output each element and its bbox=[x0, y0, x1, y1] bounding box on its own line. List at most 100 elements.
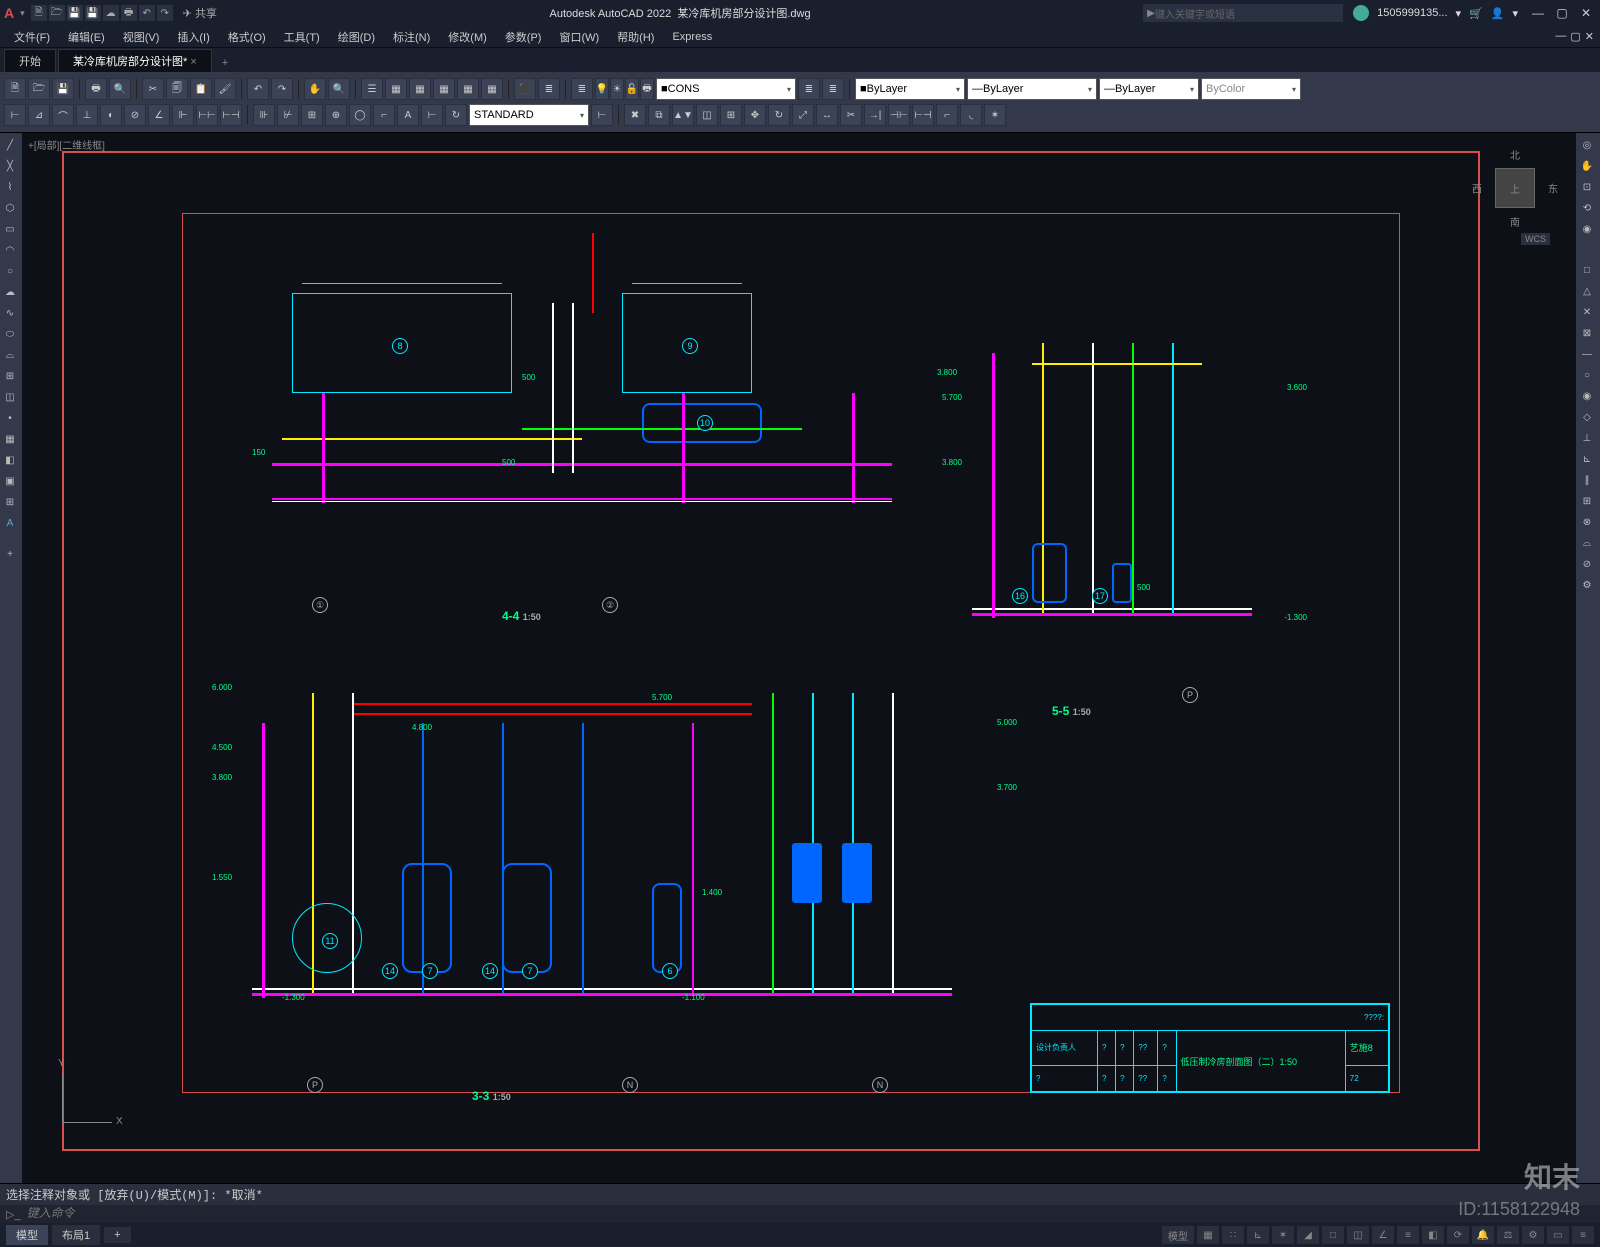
spline-icon[interactable]: ∿ bbox=[0, 303, 20, 323]
osnap-mid-icon[interactable]: △ bbox=[1576, 281, 1598, 301]
array-icon[interactable]: ⊞ bbox=[720, 104, 742, 126]
undo-icon[interactable]: ↶ bbox=[247, 78, 269, 100]
dim-ang-icon[interactable]: ∠ bbox=[148, 104, 170, 126]
osnap-cen-icon[interactable]: ○ bbox=[1576, 365, 1598, 385]
qat-cloud-icon[interactable]: ☁ bbox=[103, 5, 119, 21]
fillet-icon[interactable]: ◟ bbox=[960, 104, 982, 126]
status-clean-icon[interactable]: ▭ bbox=[1547, 1226, 1569, 1244]
menu-draw[interactable]: 绘图(D) bbox=[330, 29, 383, 45]
command-input[interactable] bbox=[27, 1207, 1594, 1221]
jog-icon[interactable]: ⌐ bbox=[373, 104, 395, 126]
mirror-icon[interactable]: ▲▼ bbox=[672, 104, 694, 126]
gradient-icon[interactable]: ◧ bbox=[0, 450, 20, 470]
pline-icon[interactable]: ⌇ bbox=[0, 177, 20, 197]
point-icon[interactable]: • bbox=[0, 408, 20, 428]
chamfer-icon[interactable]: ⌐ bbox=[936, 104, 958, 126]
status-tab-layout1[interactable]: 布局1 bbox=[52, 1225, 100, 1245]
scale-icon[interactable]: ⤢ bbox=[792, 104, 814, 126]
qat-print-icon[interactable]: 🖶 bbox=[121, 5, 137, 21]
color-dropdown[interactable]: ■ ByLayer▾ bbox=[855, 78, 965, 100]
menu-insert[interactable]: 插入(I) bbox=[169, 29, 217, 45]
rotate-icon[interactable]: ↻ bbox=[768, 104, 790, 126]
osnap-par-icon[interactable]: ∥ bbox=[1576, 470, 1598, 490]
xline-icon[interactable]: ╳ bbox=[0, 156, 20, 176]
app-menu-arrow[interactable]: ▾ bbox=[20, 8, 25, 19]
break-icon[interactable]: ⊣⊢ bbox=[888, 104, 910, 126]
navwheel-icon[interactable]: ◎ bbox=[1576, 135, 1598, 155]
osnap-node-icon[interactable]: ⊗ bbox=[1576, 512, 1598, 532]
osnap-int-icon[interactable]: ✕ bbox=[1576, 302, 1598, 322]
osnap-perp-icon[interactable]: ⊾ bbox=[1576, 449, 1598, 469]
qat-new-icon[interactable]: 🗎 bbox=[31, 5, 47, 21]
close-button[interactable]: ✕ bbox=[1576, 6, 1596, 20]
dim-dia-icon[interactable]: ⊘ bbox=[124, 104, 146, 126]
region-icon[interactable]: ▣ bbox=[0, 471, 20, 491]
status-ortho-icon[interactable]: ⊾ bbox=[1247, 1226, 1269, 1244]
hatch-icon[interactable]: ▦ bbox=[0, 429, 20, 449]
layer-dropdown[interactable]: ■ CONS▾ bbox=[656, 78, 796, 100]
dim-cont-icon[interactable]: ⊢⊣ bbox=[220, 104, 242, 126]
menu-window[interactable]: 窗口(W) bbox=[551, 29, 607, 45]
tab-close-icon[interactable]: × bbox=[190, 56, 196, 68]
dim-linear-icon[interactable]: ⊢ bbox=[4, 104, 26, 126]
dim-space-icon[interactable]: ⊪ bbox=[253, 104, 275, 126]
block-icon[interactable]: ⬛ bbox=[514, 78, 536, 100]
nav-orbit-icon[interactable]: ⟲ bbox=[1576, 198, 1598, 218]
help-icon[interactable]: ▾ bbox=[1512, 7, 1518, 20]
explode-icon[interactable]: ✶ bbox=[984, 104, 1006, 126]
stretch-icon[interactable]: ↔ bbox=[816, 104, 838, 126]
layerprev-icon[interactable]: ≣ bbox=[822, 78, 844, 100]
osnap-near-icon[interactable]: ⌓ bbox=[1576, 533, 1598, 553]
move-icon[interactable]: ✥ bbox=[744, 104, 766, 126]
doc-minimize-button[interactable]: — bbox=[1555, 30, 1566, 43]
print-icon[interactable]: 🖶 bbox=[85, 78, 107, 100]
qat-undo-icon[interactable]: ↶ bbox=[139, 5, 155, 21]
polygon-icon[interactable]: ⬡ bbox=[0, 198, 20, 218]
status-cycle-icon[interactable]: ⟳ bbox=[1447, 1226, 1469, 1244]
join-icon[interactable]: ⊢⊣ bbox=[912, 104, 934, 126]
account-icon[interactable]: 👤 bbox=[1491, 7, 1505, 20]
dimed-icon[interactable]: A bbox=[397, 104, 419, 126]
osnap-end-icon[interactable]: □ bbox=[1576, 260, 1598, 280]
status-custom-icon[interactable]: ≡ bbox=[1572, 1226, 1594, 1244]
dimstyle-dropdown[interactable]: STANDARD▾ bbox=[469, 104, 589, 126]
tab-new-button[interactable]: + bbox=[214, 54, 236, 72]
line-icon[interactable]: ╱ bbox=[0, 135, 20, 155]
dimstyle-icon[interactable]: ⊢ bbox=[591, 104, 613, 126]
menu-modify[interactable]: 修改(M) bbox=[440, 29, 495, 45]
status-annoscale-icon[interactable]: ⚖ bbox=[1497, 1226, 1519, 1244]
status-grid-icon[interactable]: ▦ bbox=[1197, 1226, 1219, 1244]
layeriso-icon[interactable]: ≣ bbox=[798, 78, 820, 100]
doc-maximize-button[interactable]: ▢ bbox=[1570, 30, 1580, 43]
rect-icon[interactable]: ▭ bbox=[0, 219, 20, 239]
markup-icon[interactable]: ▦ bbox=[457, 78, 479, 100]
status-osnap-icon[interactable]: □ bbox=[1322, 1226, 1344, 1244]
maximize-button[interactable]: ▢ bbox=[1552, 6, 1572, 20]
tab-active-file[interactable]: 某冷库机房部分设计图* × bbox=[58, 49, 212, 72]
plotstyle-dropdown[interactable]: ByColor▾ bbox=[1201, 78, 1301, 100]
wcs-label[interactable]: WCS bbox=[1521, 233, 1550, 245]
status-tab-model[interactable]: 模型 bbox=[6, 1225, 48, 1245]
dim-ord-icon[interactable]: ⊥ bbox=[76, 104, 98, 126]
osnap-ext-icon[interactable]: — bbox=[1576, 344, 1598, 364]
dim-base-icon[interactable]: ⊢⊢ bbox=[196, 104, 218, 126]
center-icon[interactable]: ⊕ bbox=[325, 104, 347, 126]
menu-format[interactable]: 格式(O) bbox=[220, 29, 274, 45]
layers-icon[interactable]: ≣ bbox=[538, 78, 560, 100]
nav-pan-icon[interactable]: ✋ bbox=[1576, 156, 1598, 176]
qat-open-icon[interactable]: 🗁 bbox=[49, 5, 65, 21]
viewcube[interactable]: 北 南 东 西 上 bbox=[1470, 143, 1560, 233]
copy-icon[interactable]: 🗐 bbox=[166, 78, 188, 100]
pan-icon[interactable]: ✋ bbox=[304, 78, 326, 100]
ellipse-icon[interactable]: ⬭ bbox=[0, 324, 20, 344]
drawing-canvas[interactable]: +[局部][二维线框] bbox=[22, 133, 1600, 1183]
menu-parametric[interactable]: 参数(P) bbox=[497, 29, 550, 45]
trim-icon[interactable]: ✂ bbox=[840, 104, 862, 126]
dc-icon[interactable]: ▦ bbox=[385, 78, 407, 100]
tp-icon[interactable]: ▦ bbox=[409, 78, 431, 100]
menu-view[interactable]: 视图(V) bbox=[115, 29, 168, 45]
ssm-icon[interactable]: ▦ bbox=[433, 78, 455, 100]
arc-icon[interactable]: ◠ bbox=[0, 240, 20, 260]
osnap-appint-icon[interactable]: ⊠ bbox=[1576, 323, 1598, 343]
status-3dosnap-icon[interactable]: ◫ bbox=[1347, 1226, 1369, 1244]
